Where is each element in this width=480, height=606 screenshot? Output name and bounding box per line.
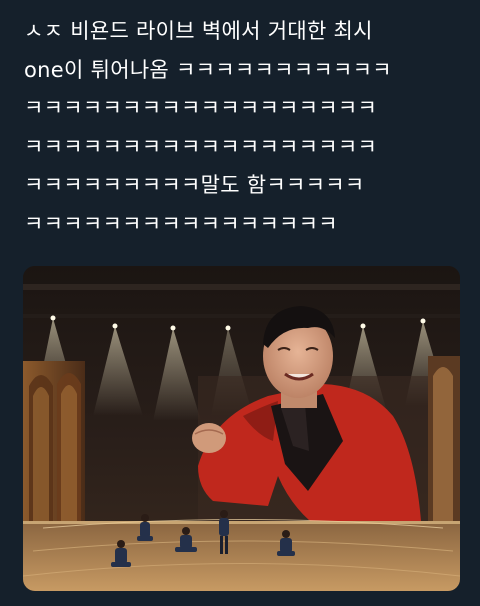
tweet-text-line: ㅋㅋㅋㅋㅋㅋㅋㅋㅋㅋㅋㅋㅋㅋㅋㅋㅋㅋ	[24, 96, 378, 120]
tweet-text-line: one이 튀어나옴 ㅋㅋㅋㅋㅋㅋㅋㅋㅋㅋㅋ	[24, 57, 392, 82]
tweet-text-line: ㅋㅋㅋㅋㅋㅋㅋㅋㅋㅋㅋㅋㅋㅋㅋㅋㅋㅋ	[24, 134, 378, 159]
tweet-text-line: ㅋㅋㅋㅋㅋㅋㅋㅋㅋ말도 함ㅋㅋㅋㅋㅋ	[24, 173, 365, 197]
concert-stage-photo	[23, 266, 460, 591]
tweet-text-line: ㅋㅋㅋㅋㅋㅋㅋㅋㅋㅋㅋㅋㅋㅋㅋㅋ	[24, 211, 338, 236]
tweet-text-line: ㅅㅈ 비욘드 라이브 벽에서 거대한 최시	[24, 19, 373, 43]
tweet-text: ㅅㅈ 비욘드 라이브 벽에서 거대한 최시 one이 튀어나옴 ㅋㅋㅋㅋㅋㅋㅋㅋ…	[24, 12, 460, 243]
tweet-media[interactable]	[23, 266, 460, 591]
